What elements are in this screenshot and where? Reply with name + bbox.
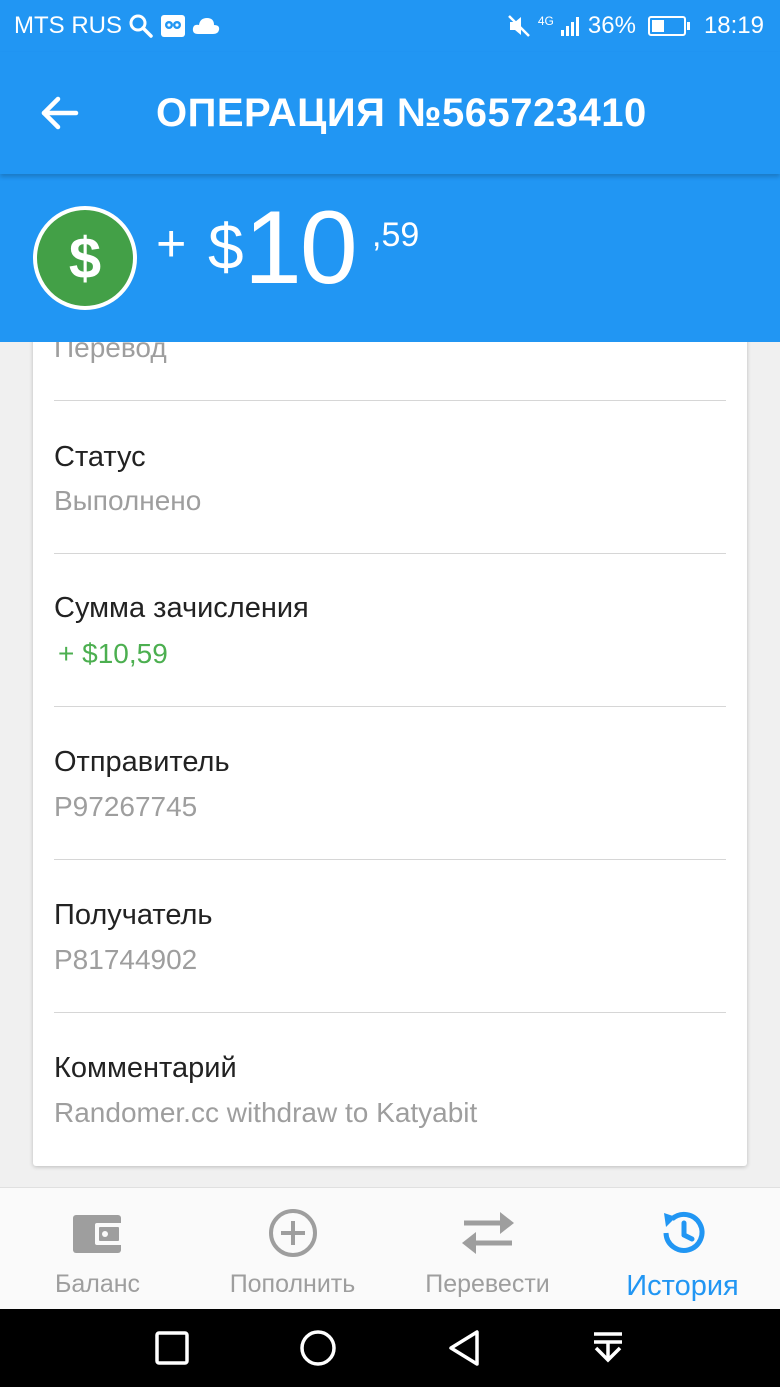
operation-details-card: Перевод Статус Выполнено Сумма зачислени…	[33, 300, 747, 1166]
status-bar: MTS RUS 4G 36% 18:19	[0, 0, 780, 52]
nav-label: История	[626, 1270, 739, 1302]
clock: 18:19	[703, 12, 764, 39]
detail-value: Выполнено	[54, 485, 202, 516]
page-title: ОПЕРАЦИЯ №565723410	[156, 90, 647, 135]
bottom-navigation: Баланс Пополнить Перевести История	[0, 1187, 780, 1309]
dollar-coin-icon: $	[33, 206, 137, 310]
battery-percent: 36%	[587, 12, 636, 39]
swap-arrows-icon	[460, 1204, 516, 1262]
back-button[interactable]	[0, 52, 120, 174]
mute-icon	[506, 13, 532, 39]
detail-label: Статус	[54, 441, 146, 473]
app-bar: ОПЕРАЦИЯ №565723410	[0, 52, 780, 174]
signal-icon	[560, 15, 582, 37]
detail-label: Отправитель	[54, 746, 230, 778]
notification-pull-icon[interactable]	[590, 1328, 626, 1368]
amount-integer: 10	[244, 190, 358, 306]
notification-app-icon	[160, 14, 186, 38]
detail-row-sender: Отправитель P97267745	[54, 707, 726, 860]
arrow-back-icon	[41, 96, 79, 130]
amount-fraction: ,59	[372, 216, 420, 254]
add-circle-icon	[267, 1204, 319, 1262]
battery-icon	[642, 16, 690, 36]
detail-row-amount: Сумма зачисления + $10,59	[54, 554, 726, 707]
history-icon	[656, 1204, 710, 1262]
detail-row-status: Статус Выполнено	[54, 401, 726, 554]
nav-item-history[interactable]: История	[585, 1188, 780, 1309]
detail-row-recipient: Получатель P81744902	[54, 860, 726, 1013]
home-icon[interactable]	[298, 1328, 338, 1368]
detail-value: P97267745	[54, 791, 198, 822]
network-type: 4G	[537, 14, 554, 28]
nav-label: Перевести	[425, 1270, 550, 1298]
detail-row-comment: Комментарий Randomer.cc withdraw to Katy…	[54, 1013, 726, 1166]
detail-label: Получатель	[54, 899, 213, 931]
detail-value: + $10,59	[58, 638, 168, 669]
cloud-icon	[192, 17, 220, 35]
nav-label: Баланс	[54, 1270, 141, 1298]
nav-item-transfer[interactable]: Перевести	[390, 1188, 585, 1309]
detail-label: Комментарий	[54, 1052, 237, 1084]
amount-currency: $	[208, 211, 244, 283]
detail-value: P81744902	[54, 944, 198, 975]
nav-item-balance[interactable]: Баланс	[0, 1188, 195, 1309]
search-icon	[128, 13, 154, 39]
nav-label: Пополнить	[229, 1270, 356, 1298]
nav-item-top-up[interactable]: Пополнить	[195, 1188, 390, 1309]
detail-label: Сумма зачисления	[54, 592, 309, 624]
wallet-icon	[71, 1204, 125, 1262]
system-navigation-bar	[0, 1309, 780, 1387]
carrier-name: MTS RUS	[14, 12, 122, 39]
back-nav-icon[interactable]	[446, 1328, 482, 1368]
detail-value: Randomer.cc withdraw to Katyabit	[54, 1097, 478, 1128]
amount-sign: +	[156, 215, 187, 273]
recent-apps-icon[interactable]	[154, 1330, 190, 1366]
amount-header: $ + $ 10 ,59	[0, 174, 780, 342]
